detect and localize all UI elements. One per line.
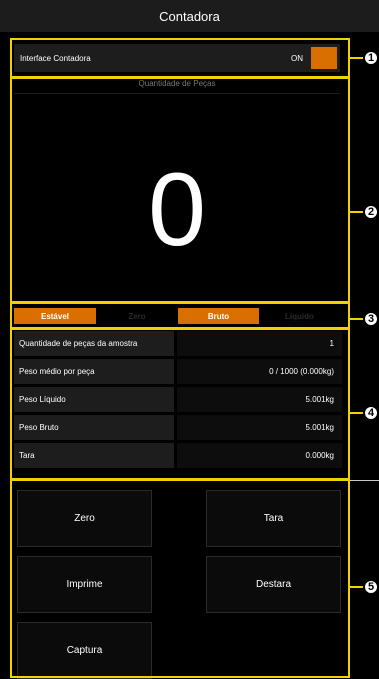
status-bruto: Bruto [178, 308, 259, 324]
interface-contadora-label: Interface Contadora [20, 53, 91, 63]
sample-quantity-value[interactable]: 1 [177, 331, 342, 356]
status-liquido: Líquido [259, 308, 340, 324]
callout-line-5 [350, 586, 364, 588]
destara-button[interactable]: Destara [206, 556, 341, 613]
callout-badge-1: 1 [363, 50, 379, 66]
callout-badge-3: 3 [363, 311, 379, 327]
table-row: Peso médio por peça 0 / 1000 (0.000kg) [14, 359, 342, 384]
window-title-bar: Contadora [0, 0, 379, 32]
piece-count-display: 0 [148, 151, 206, 268]
tare-label: Tara [14, 443, 174, 468]
status-zero: Zero [96, 308, 178, 324]
callout-line-1 [350, 57, 364, 59]
tara-button[interactable]: Tara [206, 490, 341, 547]
captura-button[interactable]: Captura [17, 622, 152, 679]
toggle-state-label: ON [291, 53, 303, 63]
interface-contadora-row: Interface Contadora ON [14, 44, 340, 72]
callout-badge-4: 4 [363, 405, 379, 421]
quantity-header: Quantidade de Peças [14, 79, 340, 94]
gross-weight-value: 5.001kg [177, 415, 342, 440]
table-row: Peso Bruto 5.001kg [14, 415, 342, 440]
table-row: Tara 0.000kg [14, 443, 342, 468]
callout-line-2 [350, 211, 364, 213]
window-title: Contadora [159, 8, 220, 24]
divider [350, 480, 379, 481]
weights-table: Quantidade de peças da amostra 1 Peso mé… [14, 331, 342, 471]
sample-quantity-label: Quantidade de peças da amostra [14, 331, 174, 356]
status-estavel: Estável [14, 308, 96, 324]
callout-line-3 [350, 318, 364, 320]
interface-toggle[interactable] [311, 47, 337, 69]
tare-value: 0.000kg [177, 443, 342, 468]
table-row: Peso Líquido 5.001kg [14, 387, 342, 412]
callout-badge-5: 5 [363, 579, 379, 595]
average-weight-value: 0 / 1000 (0.000kg) [177, 359, 342, 384]
callout-badge-2: 2 [363, 204, 379, 220]
callout-line-4 [350, 412, 364, 414]
imprime-button[interactable]: Imprime [17, 556, 152, 613]
net-weight-label: Peso Líquido [14, 387, 174, 412]
table-row: Quantidade de peças da amostra 1 [14, 331, 342, 356]
average-weight-label: Peso médio por peça [14, 359, 174, 384]
zero-button[interactable]: Zero [17, 490, 152, 547]
net-weight-value: 5.001kg [177, 387, 342, 412]
gross-weight-label: Peso Bruto [14, 415, 174, 440]
